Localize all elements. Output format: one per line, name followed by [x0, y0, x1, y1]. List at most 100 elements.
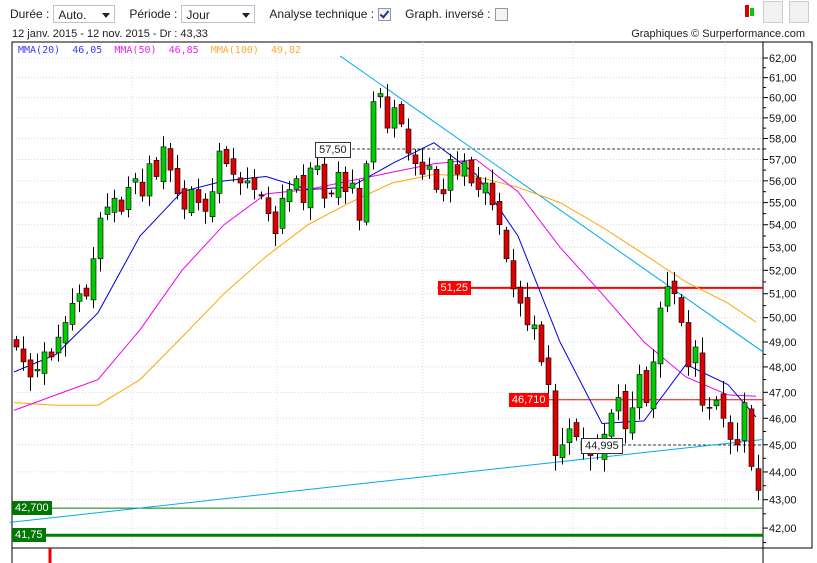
- candle: [111, 189, 118, 223]
- candle: [545, 345, 552, 394]
- candle: [559, 428, 566, 465]
- candle: [685, 310, 692, 376]
- candle-body: [314, 165, 321, 170]
- candle: [286, 181, 293, 212]
- y-tick-label: 49,00: [769, 337, 797, 349]
- candle-body: [286, 189, 293, 203]
- candle-body: [363, 163, 370, 223]
- candle: [699, 337, 706, 412]
- candle-body: [468, 159, 475, 184]
- price-chart: 62,00 61,00 60,00 59,00 58,00 57,00 56,00 55,00…: [9, 41, 813, 563]
- candle-body: [475, 177, 482, 190]
- candle-body: [650, 361, 657, 410]
- candle-body: [377, 93, 384, 98]
- candle-body: [139, 181, 146, 197]
- y-tick-label: 44,00: [769, 467, 797, 479]
- candle-body: [132, 178, 139, 183]
- candle-body: [692, 346, 699, 364]
- candle: [202, 193, 209, 224]
- candle-body: [678, 297, 685, 323]
- candle: [146, 155, 153, 206]
- candle-body: [111, 197, 118, 213]
- candle: [174, 155, 181, 200]
- candle: [531, 315, 538, 340]
- candle-body: [216, 150, 223, 194]
- y-tick-label: 56,00: [769, 176, 797, 188]
- candle-body: [335, 171, 342, 198]
- trendline-descending: [339, 55, 764, 353]
- candle: [517, 280, 524, 317]
- candle-body: [720, 393, 727, 419]
- y-tick-label: 51,00: [769, 289, 797, 301]
- candle-body: [342, 171, 349, 192]
- candle: [370, 91, 377, 170]
- candle-body: [90, 258, 97, 301]
- candle: [566, 418, 573, 455]
- candle-body: [209, 191, 216, 218]
- level-label: 41,75: [12, 528, 46, 543]
- candle-body: [482, 182, 489, 194]
- candle-body: [279, 197, 286, 229]
- candle: [419, 148, 426, 180]
- y-tick-label: 59,00: [769, 113, 797, 125]
- candle-body: [251, 177, 258, 190]
- candle-body: [118, 199, 125, 212]
- candle-body: [426, 165, 433, 170]
- candle: [69, 288, 76, 331]
- candle: [188, 186, 195, 217]
- candle: [307, 162, 314, 221]
- candle: [230, 147, 237, 182]
- ma-legend: MMA(20) 46,05 MMA(50) 46,85 MMA(100) 49,…: [18, 45, 301, 56]
- candle-body: [272, 211, 279, 235]
- y-tick-label: 57,00: [769, 154, 797, 166]
- trendline-ascending: [9, 438, 764, 523]
- candle: [657, 301, 664, 378]
- candle: [20, 336, 27, 371]
- candle-body: [160, 146, 167, 183]
- candle-body: [510, 260, 517, 290]
- candle: [671, 271, 678, 305]
- candle: [34, 353, 41, 378]
- candle-body: [440, 189, 447, 195]
- candle-body: [83, 287, 90, 297]
- candle: [132, 172, 139, 195]
- candle-body: [454, 164, 461, 175]
- candle-body: [370, 101, 377, 163]
- candle: [321, 155, 328, 209]
- candle-body: [258, 194, 265, 197]
- candle-body: [538, 324, 545, 363]
- candle-body: [524, 297, 531, 326]
- candle-body: [552, 390, 559, 456]
- candle-body: [62, 322, 69, 344]
- candle: [573, 418, 580, 441]
- candle-body: [629, 407, 636, 434]
- candle-body: [419, 161, 426, 175]
- ma50-label: MMA(50): [114, 45, 157, 56]
- y-tick-label: 48,00: [769, 362, 797, 374]
- candle: [83, 284, 90, 300]
- candle-body: [20, 348, 27, 363]
- level-label: 42,700: [12, 501, 52, 516]
- y-tick-label: 42,00: [769, 523, 797, 535]
- candle-body: [615, 397, 622, 412]
- candle-body: [265, 197, 272, 214]
- candle: [636, 364, 643, 420]
- candle: [510, 248, 517, 298]
- level-label: 51,25: [437, 280, 472, 295]
- candle-body: [202, 198, 209, 212]
- candle-body: [496, 200, 503, 226]
- y-tick-label: 45,00: [769, 440, 797, 452]
- candle-body: [153, 160, 160, 177]
- candle: [349, 169, 356, 194]
- candle-body: [412, 154, 419, 165]
- candle-body: [349, 182, 356, 189]
- candle: [608, 409, 615, 441]
- candle-body: [489, 182, 496, 206]
- candle: [265, 186, 272, 222]
- candle-body: [104, 206, 111, 215]
- level-label: 57,50: [315, 141, 351, 158]
- candle-body: [125, 187, 132, 210]
- candle: [328, 189, 335, 198]
- candle-body: [461, 161, 468, 177]
- candle: [90, 247, 97, 309]
